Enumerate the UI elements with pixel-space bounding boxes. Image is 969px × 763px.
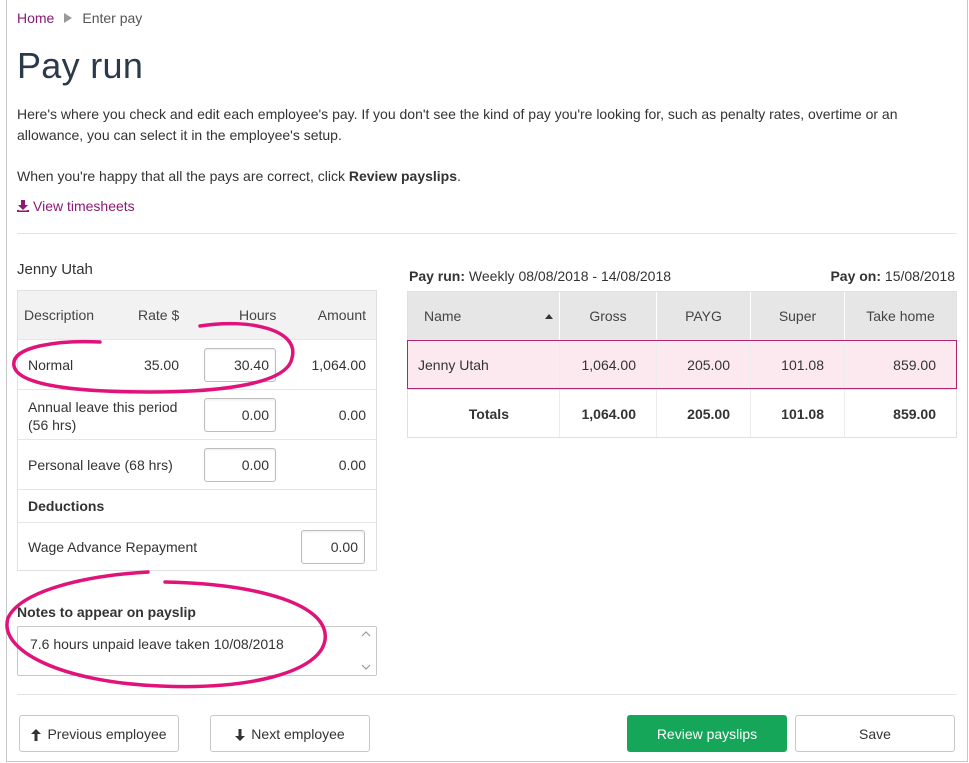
summary-cell-take-home: 859.00 [844,341,956,388]
summary-cell-payg: 205.00 [656,341,750,388]
hours-input-normal[interactable] [204,347,276,382]
view-timesheets-label: View timesheets [33,198,135,214]
previous-employee-label: Previous employee [47,725,167,742]
pay-row-description: Personal leave (68 hrs) [28,456,173,473]
divider [17,233,957,234]
pay-row-normal: Normal 35.00 1,064.00 [18,339,376,389]
column-header-gross: Gross [559,292,656,340]
summary-header-row: Name Gross PAYG Super Take home [408,292,956,340]
hours-input-annual-leave[interactable] [204,397,276,432]
summary-row-employee[interactable]: Jenny Utah 1,064.00 205.00 101.08 859.00 [407,340,957,389]
totals-super: 101.08 [750,390,844,437]
summary-cell-super: 101.08 [750,341,844,388]
pay-run-value: Weekly 08/08/2018 - 14/08/2018 [468,268,672,284]
intro-instruction-suffix: . [457,168,461,184]
pay-run-label: Pay run: [409,268,466,284]
download-icon [17,200,29,212]
description-line-1: Annual leave this period [28,399,178,415]
pay-on-label: Pay on: [830,268,882,284]
divider [17,694,957,695]
header-hours: Hours [239,307,277,323]
review-payslips-button[interactable]: Review payslips [627,715,787,752]
hours-input-personal-leave[interactable] [204,447,276,482]
totals-label: Totals [468,405,509,422]
pay-on-info: Pay on: 15/08/2018 [830,268,955,284]
column-header-payg: PAYG [656,292,750,340]
pay-on-value: 15/08/2018 [884,268,955,284]
page-title: Pay run [17,45,144,86]
intro-instruction: When you're happy that all the pays are … [17,168,461,184]
notes-textarea[interactable]: 7.6 hours unpaid leave taken 10/08/2018 [17,626,377,676]
next-employee-label: Next employee [251,725,345,742]
totals-payg: 205.00 [656,390,750,437]
scroll-down-icon[interactable] [361,662,371,674]
column-header-super: Super [750,292,844,340]
view-timesheets-link[interactable]: View timesheets [17,198,135,214]
pay-table-header: Description Rate $ Hours Amount [18,291,376,339]
header-rate: Rate $ [138,307,180,323]
totals-gross: 1,064.00 [559,390,656,437]
save-button[interactable]: Save [795,715,955,752]
notes-scrollbar[interactable] [358,628,374,674]
sort-ascending-icon [545,313,553,319]
deductions-heading: Deductions [18,489,376,522]
breadcrumb-current: Enter pay [82,10,143,26]
deduction-amount-input[interactable] [301,529,365,564]
deduction-description: Wage Advance Repayment [28,538,198,555]
pay-row-amount: 1,064.00 [311,356,367,373]
summary-totals-row: Totals 1,064.00 205.00 101.08 859.00 [408,389,956,437]
intro-instruction-prefix: When you're happy that all the pays are … [17,168,349,184]
notes-label: Notes to appear on payslip [17,604,196,620]
breadcrumb-home-link[interactable]: Home [17,10,54,26]
intro-instruction-bold: Review payslips [348,168,458,184]
summary-cell-gross: 1,064.00 [559,341,656,388]
pay-row-rate: 35.00 [143,356,179,373]
breadcrumb: Home Enter pay [17,10,142,26]
header-description: Description [24,307,95,323]
column-header-take-home: Take home [844,292,956,340]
pay-row-description: Annual leave this period (56 hrs) [28,398,177,434]
next-employee-button[interactable]: Next employee [210,715,370,752]
column-header-name[interactable]: Name [408,292,559,340]
pay-row-amount: 0.00 [338,406,366,423]
description-line-2: (56 hrs) [28,417,77,433]
previous-employee-button[interactable]: Previous employee [19,715,179,752]
deduction-row-wage-advance: Wage Advance Repayment [18,522,376,570]
pay-summary-table: Name Gross PAYG Super Take home Jenny Ut… [407,291,957,438]
pay-run-info: Pay run: Weekly 08/08/2018 - 14/08/2018 [409,268,671,284]
summary-cell-name: Jenny Utah [418,356,489,373]
scroll-up-icon[interactable] [361,628,371,640]
employee-name: Jenny Utah [17,261,93,278]
header-amount: Amount [317,307,366,323]
pay-row-description: Normal [28,356,74,373]
totals-take-home: 859.00 [844,390,956,437]
pay-row-annual-leave: Annual leave this period (56 hrs) 0.00 [18,389,376,439]
column-header-name-label: Name [424,308,462,324]
arrow-up-icon [31,728,42,741]
pay-details-table: Description Rate $ Hours Amount Normal 3… [17,290,377,571]
arrow-down-icon [235,728,246,741]
deductions-label: Deductions [28,498,105,514]
intro-text: Here's where you check and edit each emp… [17,106,898,143]
pay-row-amount: 0.00 [338,456,366,473]
pay-row-personal-leave: Personal leave (68 hrs) 0.00 [18,439,376,489]
breadcrumb-separator-icon [64,13,73,23]
